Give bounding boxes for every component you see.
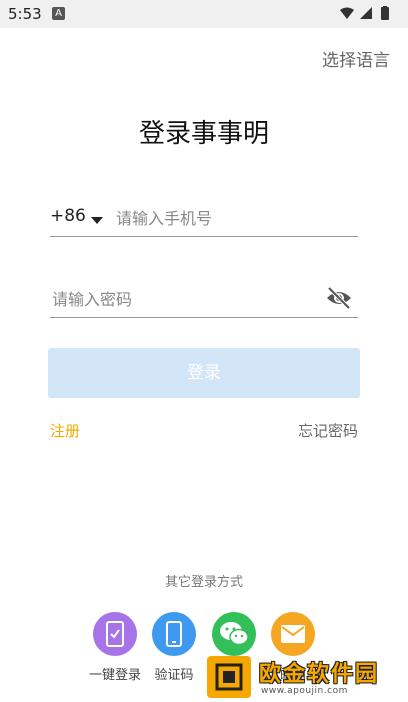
watermark-logo-icon bbox=[207, 656, 251, 698]
watermark-url: www.apoujin.com bbox=[261, 686, 348, 696]
country-code-selector[interactable]: +86 bbox=[50, 206, 86, 226]
password-field-row bbox=[50, 283, 358, 318]
wifi-icon bbox=[340, 7, 354, 19]
status-icons bbox=[338, 6, 398, 22]
notification-a-icon: A bbox=[52, 7, 65, 20]
signal-icon bbox=[360, 7, 372, 19]
watermark: 欧金软件园 www.apoujin.com bbox=[207, 656, 401, 698]
phone-input[interactable] bbox=[114, 204, 358, 232]
option-label: 验证码 bbox=[154, 668, 194, 683]
sms-code-option[interactable]: 验证码 bbox=[144, 612, 204, 683]
watermark-text: 欧金软件园 bbox=[259, 662, 380, 687]
caret-down-icon[interactable] bbox=[91, 210, 103, 229]
password-input[interactable] bbox=[50, 285, 314, 313]
option-label: 一键登录 bbox=[88, 668, 141, 683]
eye-off-icon[interactable] bbox=[326, 286, 352, 313]
select-language-link[interactable]: 选择语言 bbox=[322, 46, 390, 71]
register-link[interactable]: 注册 bbox=[50, 420, 80, 441]
forgot-password-link[interactable]: 忘记密码 bbox=[298, 420, 358, 441]
one-click-login-option[interactable]: 一键登录 bbox=[85, 612, 145, 683]
mobile-icon[interactable] bbox=[152, 612, 196, 656]
wechat-icon[interactable] bbox=[212, 612, 256, 656]
status-time: 5:53 bbox=[8, 5, 42, 23]
phone-check-icon[interactable] bbox=[93, 612, 137, 656]
login-button[interactable]: 登录 bbox=[48, 348, 360, 398]
mail-icon[interactable] bbox=[271, 612, 315, 656]
battery-icon bbox=[381, 6, 389, 20]
status-bar: 5:53 A bbox=[0, 0, 408, 28]
phone-field-row: +86 bbox=[50, 200, 358, 237]
other-login-label: 其它登录方式 bbox=[164, 575, 243, 590]
page-title: 登录事事明 bbox=[138, 119, 269, 149]
